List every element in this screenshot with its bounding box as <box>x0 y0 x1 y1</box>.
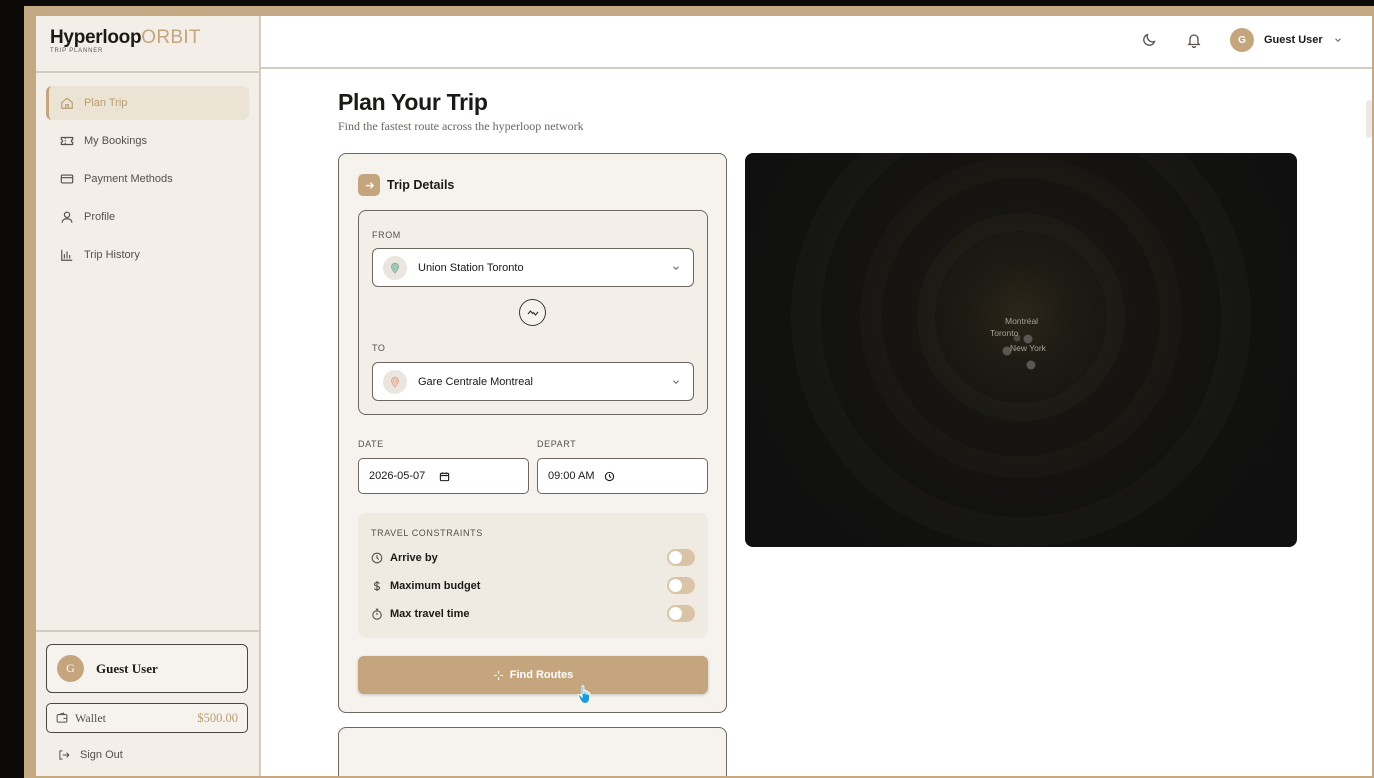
chevron-down-icon <box>673 380 679 385</box>
sidebar-item-label: Profile <box>84 211 116 223</box>
map-pin-icon <box>383 255 407 280</box>
sign-out-label: Sign Out <box>80 749 123 761</box>
from-label: FROM <box>372 230 401 240</box>
clock-icon <box>371 552 383 564</box>
chevron-down-icon <box>673 266 679 271</box>
avatar: G <box>57 655 84 682</box>
depart-time-input[interactable]: 09:00 AM <box>537 458 708 494</box>
bar-chart-icon <box>61 249 73 261</box>
arrow-right-icon <box>358 174 380 196</box>
user-icon <box>61 211 73 223</box>
route-selector: FROM Union Station Toronto TO Gare Centr… <box>358 210 708 415</box>
sidebar-item-label: Plan Trip <box>84 97 128 109</box>
top-bar: G Guest User <box>261 16 1372 69</box>
home-icon <box>61 97 73 109</box>
sign-out-button[interactable]: Sign Out <box>58 749 123 761</box>
sidebar-item-my-bookings[interactable]: My Bookings <box>46 124 249 158</box>
to-label: TO <box>372 343 386 353</box>
maximum-budget-toggle[interactable] <box>667 577 695 594</box>
find-routes-label: Find Routes <box>509 669 574 681</box>
sidebar-user-name: Guest User <box>96 660 158 676</box>
to-station-select[interactable]: Gare Centrale Montreal <box>372 362 694 401</box>
bell-icon[interactable] <box>1186 32 1202 48</box>
sidebar-item-label: Payment Methods <box>84 173 173 185</box>
brand-name: HyperloopORBIT <box>50 27 201 48</box>
constraints-label: TRAVEL CONSTRAINTS <box>371 528 483 538</box>
avatar: G <box>1230 28 1254 52</box>
sidebar-item-plan-trip[interactable]: Plan Trip <box>46 86 249 120</box>
credit-card-icon <box>60 174 74 184</box>
dollar-icon <box>373 581 381 591</box>
user-menu-name: Guest User <box>1264 34 1323 46</box>
ticket-icon <box>60 136 74 146</box>
date-label: DATE <box>358 439 384 449</box>
sparkle-icon <box>493 670 503 680</box>
wallet-icon <box>56 712 68 723</box>
find-routes-button[interactable]: Find Routes <box>358 656 708 694</box>
constraint-label: Maximum budget <box>390 580 481 592</box>
wallet-balance[interactable]: Wallet $500.00 <box>46 703 248 733</box>
constraint-max-travel-time: Max travel time <box>371 605 695 623</box>
city-label-new-york: New York <box>1010 343 1047 353</box>
sidebar-item-label: My Bookings <box>84 135 147 147</box>
sidebar-item-trip-history[interactable]: Trip History <box>46 238 249 272</box>
page-title: Plan Your Trip <box>338 89 488 115</box>
network-map[interactable]: Montréal Toronto New York <box>745 153 1297 547</box>
pointer-cursor <box>577 685 591 705</box>
city-label-toronto: Toronto <box>990 328 1019 338</box>
network-map-canvas: Montréal Toronto New York <box>791 153 1251 547</box>
date-value: 2026-05-07 <box>369 470 426 482</box>
constraint-label: Max travel time <box>390 608 470 620</box>
constraint-arrive-by: Arrive by <box>371 549 695 567</box>
arrive-by-toggle[interactable] <box>667 549 695 566</box>
results-card <box>338 727 727 776</box>
wallet-label: Wallet <box>75 710 107 725</box>
sidebar: HyperloopORBIT TRIP PLANNER Plan Trip My… <box>36 16 261 776</box>
from-station-value: Union Station Toronto <box>418 261 524 274</box>
sidebar-nav: Plan Trip My Bookings Payment Methods Pr… <box>46 86 249 276</box>
city-dot-new-york[interactable] <box>1026 360 1036 370</box>
trip-details-card: Trip Details FROM Union Station Toronto … <box>338 153 727 713</box>
brand-logo[interactable]: HyperloopORBIT TRIP PLANNER <box>36 16 261 73</box>
calendar-icon[interactable] <box>439 471 450 482</box>
page-subtitle: Find the fastest route across the hyperl… <box>338 119 584 133</box>
clock-icon[interactable] <box>604 471 615 482</box>
sidebar-footer: G Guest User Wallet $500.00 Sign Out <box>36 630 261 776</box>
sidebar-item-label: Trip History <box>84 249 140 261</box>
date-input[interactable]: 2026-05-07 <box>358 458 529 494</box>
from-station-select[interactable]: Union Station Toronto <box>372 248 694 287</box>
app-window: HyperloopORBIT TRIP PLANNER Plan Trip My… <box>36 16 1372 776</box>
wallet-amount: $500.00 <box>197 710 238 725</box>
city-label-montreal: Montréal <box>1005 316 1038 326</box>
chevron-down-icon <box>1334 38 1341 43</box>
map-pin-icon <box>383 369 407 394</box>
swap-stations-button[interactable] <box>519 299 546 326</box>
depart-label: DEPART <box>537 439 577 449</box>
trip-details-title: Trip Details <box>387 178 455 192</box>
constraint-maximum-budget: Maximum budget <box>371 577 695 595</box>
max-travel-time-toggle[interactable] <box>667 605 695 622</box>
scrollbar[interactable] <box>1366 100 1372 138</box>
sidebar-item-payment-methods[interactable]: Payment Methods <box>46 162 249 196</box>
travel-constraints: TRAVEL CONSTRAINTS Arrive by Maximum bud… <box>358 513 708 638</box>
sidebar-item-profile[interactable]: Profile <box>46 200 249 234</box>
user-menu[interactable]: G Guest User <box>1230 28 1343 52</box>
swap-icon <box>527 309 538 316</box>
trip-details-header: Trip Details <box>358 174 454 196</box>
moon-icon[interactable] <box>1141 32 1157 48</box>
stopwatch-icon <box>372 608 382 620</box>
log-out-icon <box>59 750 70 760</box>
sidebar-user-card[interactable]: G Guest User <box>46 644 248 693</box>
constraint-label: Arrive by <box>390 552 438 564</box>
depart-time-value: 09:00 AM <box>548 470 595 482</box>
to-station-value: Gare Centrale Montreal <box>418 375 533 388</box>
